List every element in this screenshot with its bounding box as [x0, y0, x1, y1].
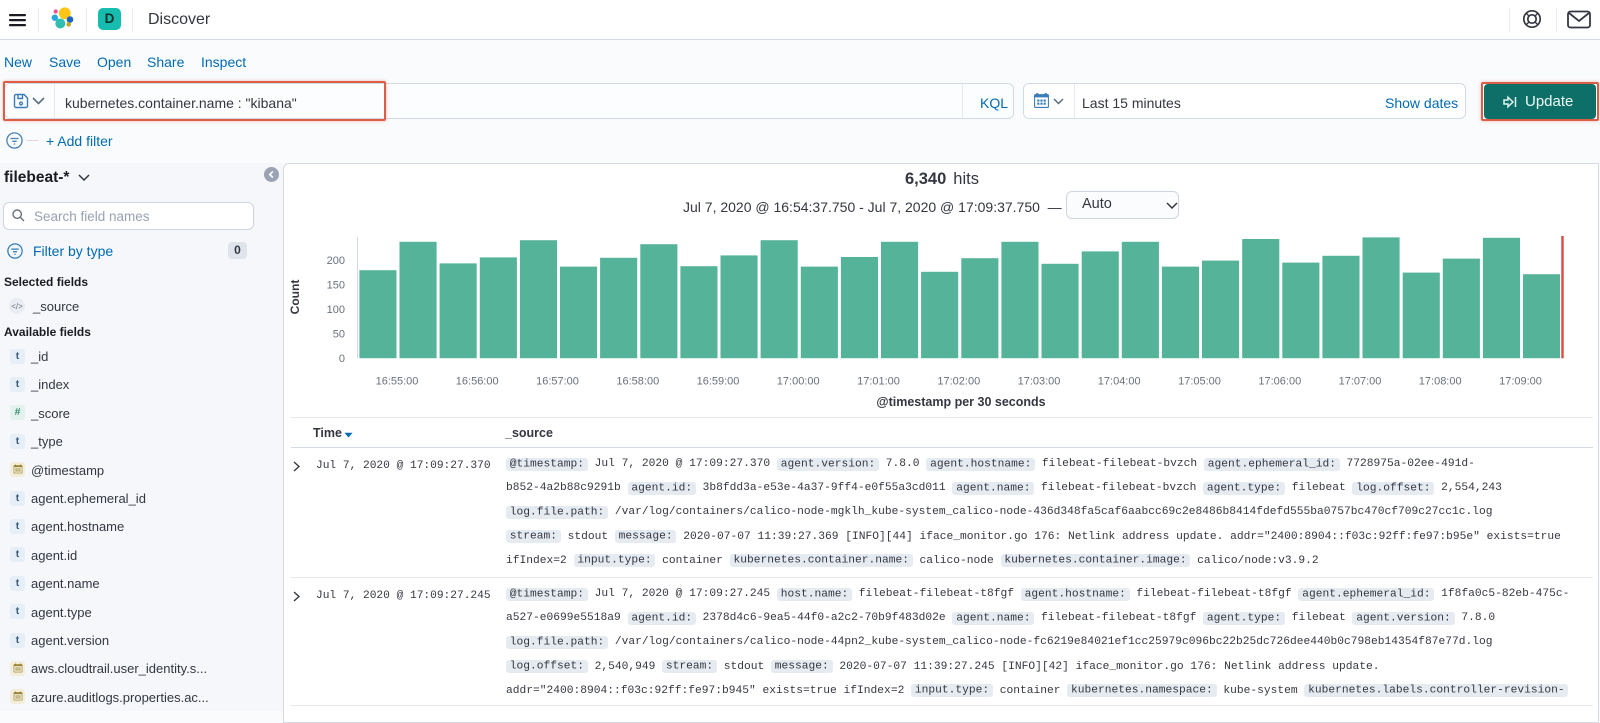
svg-text:17:05:00: 17:05:00: [1178, 376, 1221, 388]
svg-text:16:56:00: 16:56:00: [456, 376, 499, 388]
svg-text:17:00:00: 17:00:00: [777, 376, 820, 388]
svg-text:Count: Count: [288, 280, 302, 315]
svg-text:17:08:00: 17:08:00: [1419, 376, 1462, 388]
svg-text:150: 150: [327, 280, 345, 292]
svg-text:17:07:00: 17:07:00: [1339, 376, 1382, 388]
svg-text:100: 100: [327, 304, 345, 316]
svg-text:17:02:00: 17:02:00: [937, 376, 980, 388]
svg-text:17:03:00: 17:03:00: [1018, 376, 1061, 388]
svg-text:16:55:00: 16:55:00: [376, 376, 419, 388]
svg-text:17:04:00: 17:04:00: [1098, 376, 1141, 388]
svg-text:16:59:00: 16:59:00: [697, 376, 740, 388]
svg-text:</>: </>: [11, 302, 23, 311]
svg-text:17:06:00: 17:06:00: [1258, 376, 1301, 388]
svg-text:50: 50: [333, 329, 345, 341]
svg-text:@timestamp per 30 seconds: @timestamp per 30 seconds: [876, 395, 1045, 409]
svg-text:16:58:00: 16:58:00: [616, 376, 659, 388]
svg-text:0: 0: [339, 353, 345, 365]
svg-text:200: 200: [327, 255, 345, 267]
svg-text:16:57:00: 16:57:00: [536, 376, 579, 388]
svg-text:17:09:00: 17:09:00: [1499, 376, 1542, 388]
svg-text:17:01:00: 17:01:00: [857, 376, 900, 388]
